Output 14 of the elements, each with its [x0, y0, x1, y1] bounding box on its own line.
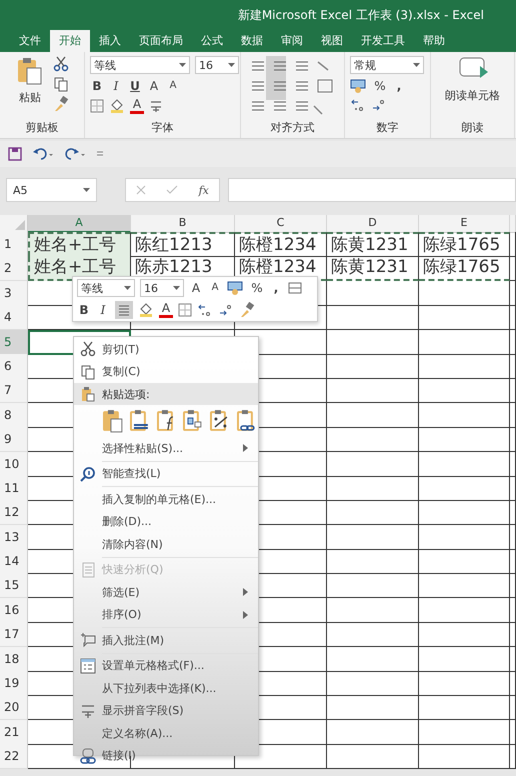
group-label: 朗读: [460, 120, 484, 135]
table-cell: 陈橙1234: [235, 232, 327, 257]
table-cell: 陈黄1231: [327, 232, 419, 257]
group-label: 剪贴板: [24, 120, 60, 135]
table-cell: 陈绿1765: [419, 232, 510, 257]
table-cell: 陈绿1765: [419, 256, 510, 282]
group-label: 数字: [376, 120, 400, 135]
table-cell: 陈红1213: [131, 232, 235, 257]
group-label: 对齐方式: [270, 120, 316, 135]
window-title: 新建Microsoft Excel 工作表 (3).xlsx - Excel: [238, 6, 484, 24]
table-cell: 姓名+工号: [28, 232, 131, 257]
group-label: 字体: [150, 120, 174, 135]
table-cell: 陈黄1231: [327, 256, 419, 282]
menu-section-header: 粘贴选项:: [74, 383, 258, 405]
